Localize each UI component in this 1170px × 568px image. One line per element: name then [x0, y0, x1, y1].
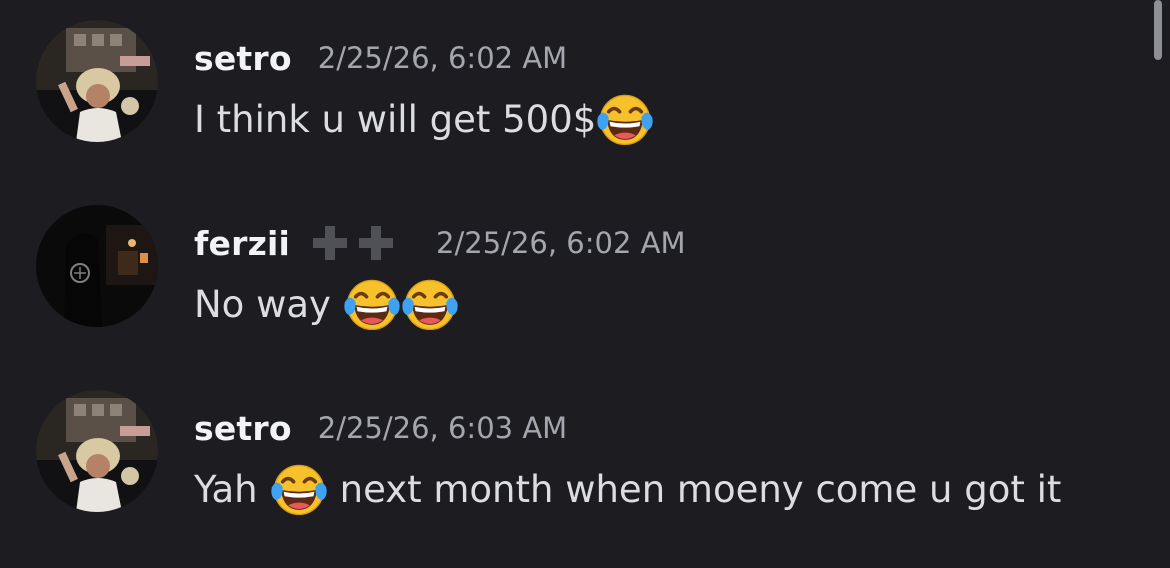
message-content: No way [194, 275, 459, 333]
avatar[interactable] [36, 390, 158, 512]
chat-message-list: setro 2/25/26, 6:02 AM I think u will ge… [0, 0, 1170, 568]
message-text: No way [194, 282, 331, 326]
message-header: setro 2/25/26, 6:03 AM [194, 406, 567, 450]
plus-badge-icon[interactable] [356, 223, 396, 263]
avatar[interactable] [36, 20, 158, 142]
message-item: setro 2/25/26, 6:02 AM I think u will ge… [0, 18, 1140, 168]
message-text: Yah [194, 467, 258, 511]
avatar-image [36, 390, 158, 512]
message-header: ferzii 2/25/26, 6:02 AM [194, 221, 685, 265]
user-badges [310, 223, 402, 263]
message-item: ferzii 2/25/26, 6:02 AM No way [0, 203, 1140, 353]
timestamp[interactable]: 2/25/26, 6:02 AM [436, 226, 685, 260]
message-item: setro 2/25/26, 6:03 AM Yah next month wh… [0, 388, 1140, 538]
username[interactable]: setro [194, 39, 292, 78]
message-text: next month when moeny come u got it [339, 467, 1062, 511]
message-content: I think u will get 500$ [194, 90, 654, 148]
face-with-tears-of-joy-icon[interactable] [343, 275, 401, 333]
avatar-image [36, 20, 158, 142]
timestamp[interactable]: 2/25/26, 6:02 AM [318, 41, 567, 75]
username[interactable]: ferzii [194, 224, 290, 263]
face-with-tears-of-joy-icon[interactable] [596, 90, 654, 148]
username[interactable]: setro [194, 409, 292, 448]
timestamp[interactable]: 2/25/26, 6:03 AM [318, 411, 567, 445]
message-content: Yah next month when moeny come u got it [194, 460, 1061, 518]
avatar[interactable] [36, 205, 158, 327]
plus-badge-icon[interactable] [310, 223, 350, 263]
scrollbar-thumb[interactable] [1154, 0, 1162, 60]
message-text: I think u will get 500$ [194, 97, 597, 141]
face-with-tears-of-joy-icon[interactable] [270, 460, 328, 518]
face-with-tears-of-joy-icon[interactable] [401, 275, 459, 333]
avatar-image [36, 205, 158, 327]
message-header: setro 2/25/26, 6:02 AM [194, 36, 567, 80]
